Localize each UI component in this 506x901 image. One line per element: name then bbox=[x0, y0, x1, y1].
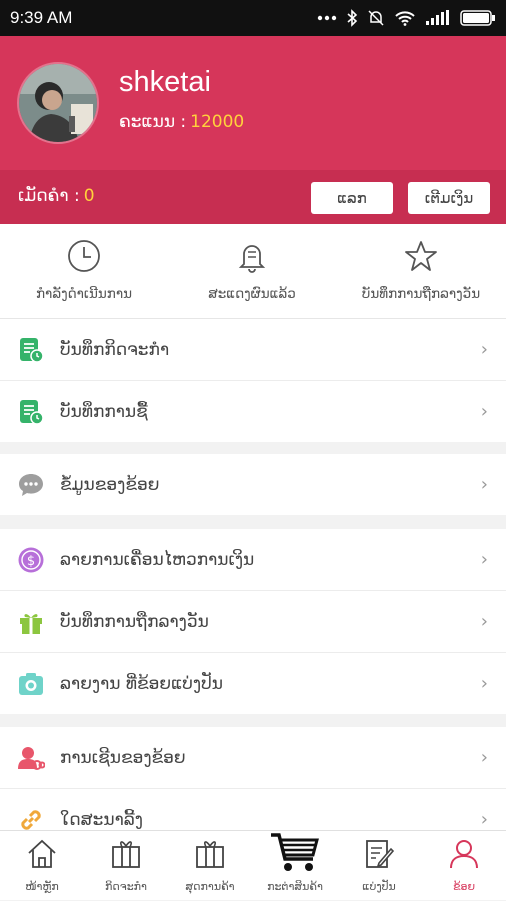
clock-icon bbox=[68, 240, 100, 272]
menu-share-report[interactable]: ລາຍງານ ທີ່ຂ້ອຍແບ່ງປັນ › bbox=[0, 653, 506, 714]
menu-group-finance: $ ລາຍການເຄື່ອນໄຫວການເງິນ › ບັນທຶກການຖືກລ… bbox=[0, 529, 506, 714]
menu-transactions[interactable]: $ ລາຍການເຄື່ອນໄຫວການເງິນ › bbox=[0, 529, 506, 591]
status-bar: 9:39 AM bbox=[0, 0, 506, 36]
quick-label: ກຳລັງດຳເນີນການ bbox=[36, 286, 132, 302]
svg-text:$: $ bbox=[27, 554, 35, 569]
chevron-right-icon: › bbox=[480, 611, 488, 632]
signal-icon bbox=[426, 10, 449, 25]
nav-label: ໜ້າຫຼັກ bbox=[25, 880, 59, 893]
menu-group-records: ບັນທຶກກິດຈະກຳ › ບັນທຶກການຊື້ › bbox=[0, 319, 506, 442]
quick-label: ບັນທຶກການຖືກລາງວັນ bbox=[361, 286, 481, 302]
edit-icon bbox=[366, 840, 395, 868]
points-label: ຄະແນນ : bbox=[119, 112, 187, 132]
battery-icon bbox=[460, 10, 495, 26]
chevron-right-icon: › bbox=[480, 549, 488, 570]
menu-label: ການເຊີນຂອງຂ້ອຍ bbox=[60, 747, 186, 768]
quick-prize-record[interactable]: ບັນທຶກການຖືກລາງວັນ bbox=[337, 224, 505, 318]
menu-my-invites[interactable]: ການເຊີນຂອງຂ້ອຍ › bbox=[0, 727, 506, 789]
cart-icon bbox=[271, 833, 319, 871]
balance-display: ເມັດຄຳ :0 bbox=[18, 186, 95, 206]
nav-me[interactable]: ຂ້ອຍ bbox=[422, 831, 506, 901]
menu-label: ບັນທຶກກິດຈະກຳ bbox=[60, 339, 170, 360]
status-icons bbox=[317, 9, 496, 27]
wifi-icon bbox=[395, 11, 415, 26]
chat-icon bbox=[19, 474, 43, 496]
chevron-right-icon: › bbox=[480, 474, 488, 495]
profile-header: shketai ຄະແນນ :12000 bbox=[0, 36, 506, 170]
user-icon bbox=[450, 840, 478, 869]
bluetooth-icon bbox=[347, 9, 358, 27]
menu-my-info[interactable]: ຂໍ້ມູນຂອງຂ້ອຍ › bbox=[0, 454, 506, 515]
star-icon bbox=[405, 241, 437, 271]
chevron-right-icon: › bbox=[480, 747, 488, 768]
nav-label: ແບ່ງປັນ bbox=[362, 880, 396, 893]
nav-label: ກະຕ່າສິນຄ້າ bbox=[267, 880, 323, 893]
nav-home[interactable]: ໜ້າຫຼັກ bbox=[0, 831, 84, 901]
quick-label: ສະແດງຜົນແລ້ວ bbox=[208, 286, 296, 302]
menu-label: ບັນທຶກການຖືກລາງວັນ bbox=[60, 611, 209, 632]
record-icon bbox=[20, 338, 44, 363]
username: shketai bbox=[119, 66, 211, 98]
balance-bar: ເມັດຄຳ :0 ແລກ ເຕີມເງິນ bbox=[0, 170, 506, 224]
avatar[interactable] bbox=[17, 62, 99, 144]
menu-label: ຂໍ້ມູນຂອງຂ້ອຍ bbox=[60, 474, 160, 495]
points-display: ຄະແນນ :12000 bbox=[119, 112, 244, 132]
chevron-right-icon: › bbox=[480, 339, 488, 360]
quick-in-progress[interactable]: ກຳລັງດຳເນີນການ bbox=[0, 224, 168, 318]
nav-label: ສຸດການຄ້າ bbox=[185, 880, 235, 893]
points-value: 12000 bbox=[190, 112, 245, 132]
menu-purchase-record[interactable]: ບັນທຶກການຊື້ › bbox=[0, 381, 506, 442]
nav-deals[interactable]: ສຸດການຄ້າ bbox=[168, 831, 252, 901]
quick-actions: ກຳລັງດຳເນີນການ ສະແດງຜົນແລ້ວ ບັນທຶກການຖືກ… bbox=[0, 224, 506, 319]
invite-icon bbox=[18, 747, 45, 770]
home-icon bbox=[28, 839, 56, 868]
bottom-nav: ໜ້າຫຼັກ ກິດຈະກຳ ສຸດການຄ້າ ກະຕ່າສິນຄ້າ ແບ… bbox=[0, 830, 506, 900]
gift-box-icon bbox=[112, 841, 140, 868]
nav-cart[interactable]: ກະຕ່າສິນຄ້າ bbox=[253, 831, 337, 901]
gift-box-icon bbox=[196, 841, 224, 868]
gift-icon bbox=[20, 614, 42, 634]
nav-activities[interactable]: ກິດຈະກຳ bbox=[84, 831, 168, 901]
purchase-record-icon bbox=[20, 400, 44, 425]
chevron-right-icon: › bbox=[480, 809, 488, 830]
mute-icon bbox=[368, 10, 384, 26]
status-time: 9:39 AM bbox=[10, 8, 73, 27]
bell-icon bbox=[238, 245, 266, 273]
quick-announced[interactable]: ສະແດງຜົນແລ້ວ bbox=[168, 224, 336, 318]
menu-label: ລາຍງານ ທີ່ຂ້ອຍແບ່ງປັນ bbox=[60, 673, 223, 694]
menu-activity-record[interactable]: ບັນທຶກກິດຈະກຳ › bbox=[0, 319, 506, 381]
chevron-right-icon: › bbox=[480, 673, 488, 694]
nav-label: ຂ້ອຍ bbox=[452, 880, 476, 893]
menu-label: ໃດສະນາລີ້ງ bbox=[60, 809, 143, 830]
exchange-button[interactable]: ແລກ bbox=[311, 182, 393, 214]
menu-label: ບັນທຶກການຊື້ bbox=[60, 401, 148, 422]
chevron-right-icon: › bbox=[480, 401, 488, 422]
dollar-icon: $ bbox=[18, 547, 44, 573]
nav-share[interactable]: ແບ່ງປັນ bbox=[337, 831, 421, 901]
nav-label: ກິດຈະກຳ bbox=[105, 880, 147, 893]
menu-prize-record[interactable]: ບັນທຶກການຖືກລາງວັນ › bbox=[0, 591, 506, 653]
camera-icon bbox=[19, 673, 43, 695]
topup-button[interactable]: ເຕີມເງິນ bbox=[408, 182, 490, 214]
balance-label: ເມັດຄຳ : bbox=[18, 186, 80, 206]
menu-label: ລາຍການເຄື່ອນໄຫວການເງິນ bbox=[60, 549, 255, 570]
balance-value: 0 bbox=[83, 186, 95, 206]
menu-group-info: ຂໍ້ມູນຂອງຂ້ອຍ › bbox=[0, 454, 506, 515]
dots-icon bbox=[317, 15, 337, 21]
